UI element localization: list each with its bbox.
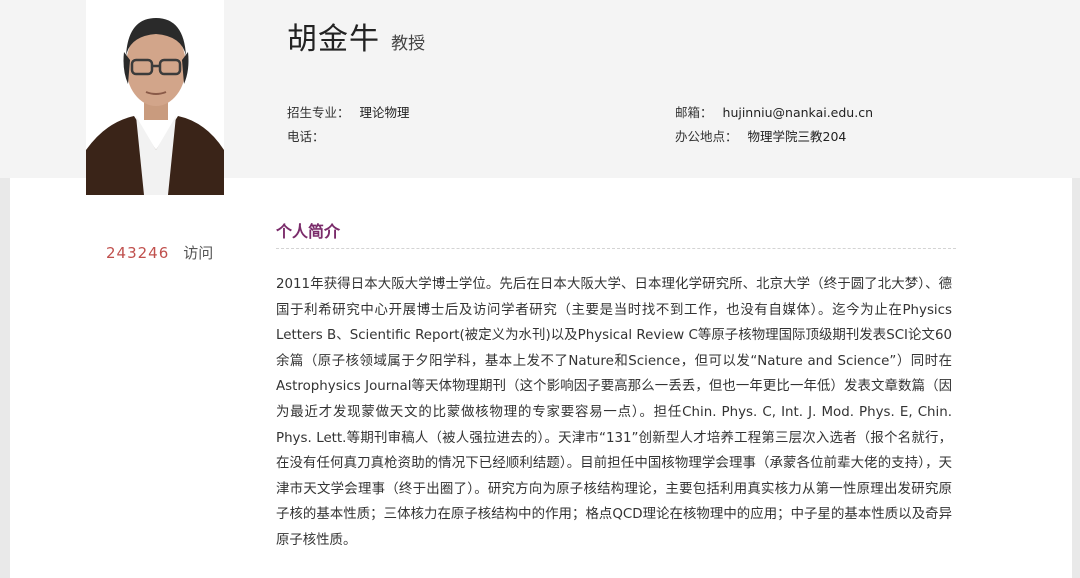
info-phone: 电话： — [287, 126, 335, 145]
email-label: 邮箱： — [675, 105, 713, 120]
section-heading-bio: 个人简介 — [276, 222, 341, 241]
profile-title-row: 胡金牛 教授 — [287, 14, 425, 58]
profile-photo — [86, 0, 224, 195]
info-major: 招生专业： 理论物理 — [287, 102, 410, 121]
info-office: 办公地点： 物理学院三教204 — [675, 126, 846, 145]
major-label: 招生专业： — [287, 105, 350, 120]
visit-unit: 访问 — [183, 244, 214, 262]
bio-text: 2011年获得日本大阪大学博士学位。先后在日本大阪大学、日本理化学研究所、北京大… — [276, 277, 952, 548]
major-value: 理论物理 — [359, 105, 410, 120]
portrait-image — [86, 0, 224, 195]
email-link[interactable]: hujinniu@nankai.edu.cn — [723, 105, 873, 120]
visit-counter: 243246 访问 — [106, 242, 213, 263]
section-divider — [276, 248, 956, 249]
visit-count: 243246 — [106, 244, 170, 262]
phone-label: 电话： — [287, 129, 325, 144]
profile-name: 胡金牛 — [287, 22, 380, 57]
office-label: 办公地点： — [675, 129, 738, 144]
office-value: 物理学院三教204 — [747, 129, 847, 144]
profile-rank: 教授 — [391, 34, 426, 54]
info-email: 邮箱： hujinniu@nankai.edu.cn — [675, 102, 873, 121]
